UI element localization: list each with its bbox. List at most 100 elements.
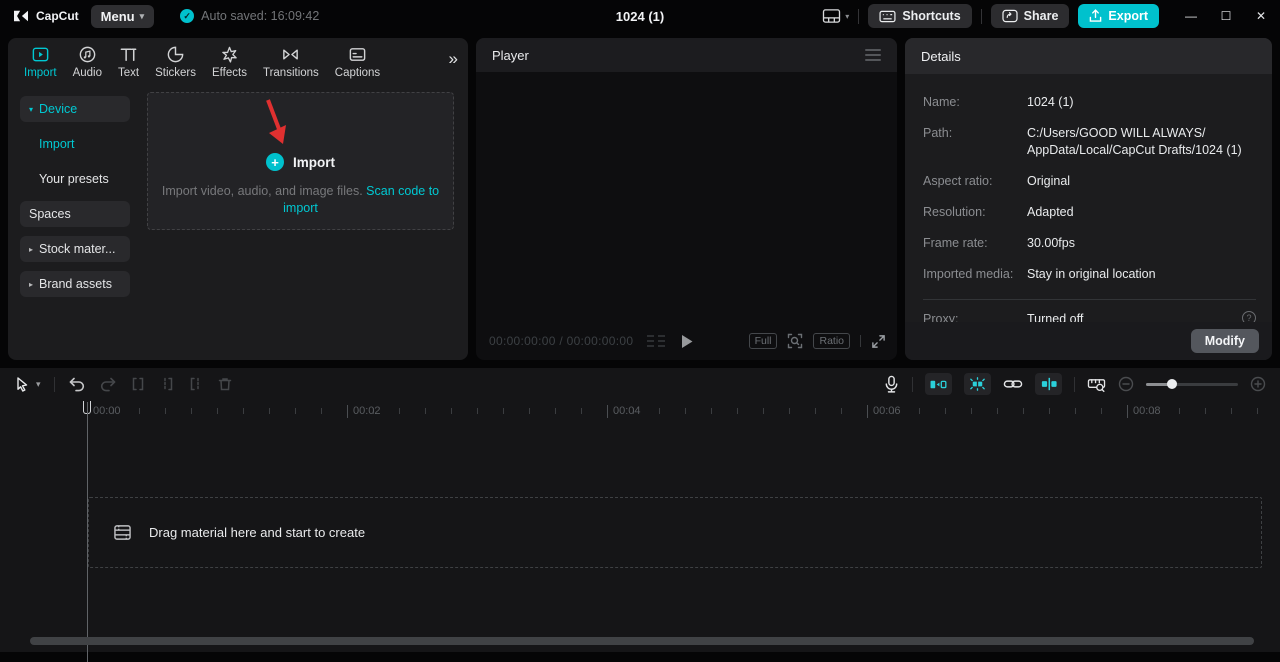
caret-right-icon: ▸	[29, 280, 33, 289]
play-button[interactable]	[680, 334, 693, 349]
export-button[interactable]: Export	[1078, 4, 1159, 28]
preview-axis-toggle[interactable]	[1035, 373, 1062, 395]
ruler-label: 00:04	[607, 405, 641, 418]
main-track-magnet-icon	[968, 376, 987, 392]
caret-right-icon: ▸	[29, 245, 33, 254]
tab-captions[interactable]: Captions	[327, 43, 388, 81]
app-name: CapCut	[36, 9, 79, 23]
menu-button[interactable]: Menu ▾	[91, 5, 154, 28]
autosave-status: ✓ Auto saved: 16:09:42	[180, 9, 319, 23]
check-icon: ✓	[180, 9, 194, 23]
close-button[interactable]: ✕	[1248, 3, 1274, 29]
divider	[912, 377, 913, 392]
tab-transitions[interactable]: Transitions	[255, 43, 327, 81]
zoom-focus-icon[interactable]	[787, 333, 803, 349]
split-button[interactable]	[130, 376, 146, 392]
timecode: 00:00:00:00 / 00:00:00:00	[489, 334, 633, 348]
linking-toggle[interactable]	[1003, 377, 1023, 391]
captions-tab-icon	[348, 45, 367, 64]
document-title: 1024 (1)	[616, 0, 664, 32]
redo-button[interactable]	[99, 376, 117, 392]
trash-icon	[217, 376, 233, 392]
detail-row-resolution: Resolution: Adapted	[923, 204, 1256, 221]
details-header: Details	[905, 38, 1272, 74]
autosave-text: Auto saved: 16:09:42	[201, 9, 319, 23]
timeline-zoom-slider[interactable]	[1146, 383, 1238, 386]
select-tool-button[interactable]: ▾	[14, 376, 41, 393]
tab-audio[interactable]: Audio	[65, 43, 110, 81]
zoom-out-icon	[1118, 376, 1134, 392]
delete-right-icon	[188, 376, 204, 392]
full-quality-button[interactable]: Full	[749, 333, 778, 349]
timeline-scrollbar[interactable]	[30, 637, 1254, 645]
more-tabs-chevron-icon[interactable]: »	[449, 50, 458, 67]
tab-effects[interactable]: Effects	[204, 43, 255, 81]
shortcuts-button[interactable]: Shortcuts	[868, 4, 971, 28]
ratio-button[interactable]: Ratio	[813, 333, 850, 349]
sidebar-item-import[interactable]: Import	[20, 131, 130, 157]
share-button[interactable]: Share	[991, 4, 1070, 28]
delete-right-button[interactable]	[188, 376, 204, 392]
record-voiceover-button[interactable]	[883, 375, 900, 394]
player-title: Player	[492, 48, 529, 63]
audio-tab-icon	[78, 45, 97, 64]
main-track-magnet-toggle[interactable]	[964, 373, 991, 395]
chevron-down-icon: ▾	[845, 12, 849, 21]
media-sidebar: ▾ Device Import Your presets Spaces ▸ St…	[8, 84, 136, 360]
track-height-adjust-button[interactable]	[1087, 376, 1106, 393]
delete-button[interactable]	[217, 376, 233, 392]
media-tabbar: Import Audio Text Stickers	[8, 38, 468, 80]
detail-row-name: Name: 1024 (1)	[923, 94, 1256, 111]
layout-icon	[822, 8, 841, 24]
delete-left-button[interactable]	[159, 376, 175, 392]
dropzone-text: Drag material here and start to create	[149, 525, 365, 540]
detail-row-imported-media: Imported media: Stay in original locatio…	[923, 266, 1256, 283]
modify-button[interactable]: Modify	[1191, 329, 1259, 353]
layout-switcher-button[interactable]: ▾	[822, 8, 849, 24]
import-content-area: + Import Import video, audio, and image …	[136, 84, 468, 360]
sidebar-item-your-presets[interactable]: Your presets	[20, 166, 130, 192]
fullscreen-icon[interactable]	[871, 334, 886, 349]
player-menu-icon[interactable]	[865, 49, 881, 61]
sidebar-item-device[interactable]: ▾ Device	[20, 96, 130, 122]
capcut-logo-icon	[12, 9, 30, 23]
timeline-ruler[interactable]: 00:00 00:02 00:04 00:06 00:08	[0, 400, 1280, 422]
frame-view-icon	[645, 334, 667, 348]
tab-text[interactable]: Text	[110, 43, 147, 81]
cursor-icon	[14, 376, 30, 393]
maximize-button[interactable]: ☐	[1213, 3, 1239, 29]
magnetic-snap-icon	[929, 377, 948, 392]
detail-row-aspect-ratio: Aspect ratio: Original	[923, 173, 1256, 190]
tab-stickers[interactable]: Stickers	[147, 43, 204, 81]
detail-row-proxy: Proxy: Turned off ?	[923, 311, 1256, 322]
divider	[860, 335, 861, 347]
details-footer: Modify	[905, 322, 1272, 360]
tab-import[interactable]: Import	[16, 43, 65, 81]
timeline-toolbar: ▾	[0, 368, 1280, 400]
split-icon	[130, 376, 146, 392]
chevron-down-icon: ▾	[36, 379, 41, 390]
player-header: Player	[476, 38, 897, 72]
details-body: Name: 1024 (1) Path: C:/Users/GOOD WILL …	[905, 74, 1272, 322]
transitions-tab-icon	[281, 45, 300, 64]
divider	[1074, 377, 1075, 392]
sidebar-item-spaces[interactable]: Spaces	[20, 201, 130, 227]
share-icon	[1002, 9, 1018, 23]
magnetic-snap-toggle[interactable]	[925, 373, 952, 395]
text-tab-icon	[119, 45, 138, 64]
help-icon[interactable]: ?	[1242, 311, 1256, 322]
divider	[923, 299, 1256, 300]
zoom-in-button[interactable]	[1250, 376, 1266, 392]
zoom-out-button[interactable]	[1118, 376, 1134, 392]
slider-handle[interactable]	[1167, 379, 1177, 389]
preview-axis-icon	[1040, 376, 1058, 392]
undo-button[interactable]	[68, 376, 86, 392]
filmstrip-icon	[113, 524, 132, 541]
track-dropzone[interactable]: Drag material here and start to create	[88, 497, 1262, 568]
sidebar-item-brand-assets[interactable]: ▸ Brand assets	[20, 271, 130, 297]
sidebar-item-stock-materials[interactable]: ▸ Stock mater...	[20, 236, 130, 262]
import-dropzone-card[interactable]: + Import Import video, audio, and image …	[147, 92, 454, 230]
stickers-tab-icon	[166, 45, 185, 64]
import-button-label[interactable]: Import	[293, 155, 335, 170]
minimize-button[interactable]: —	[1178, 3, 1204, 29]
